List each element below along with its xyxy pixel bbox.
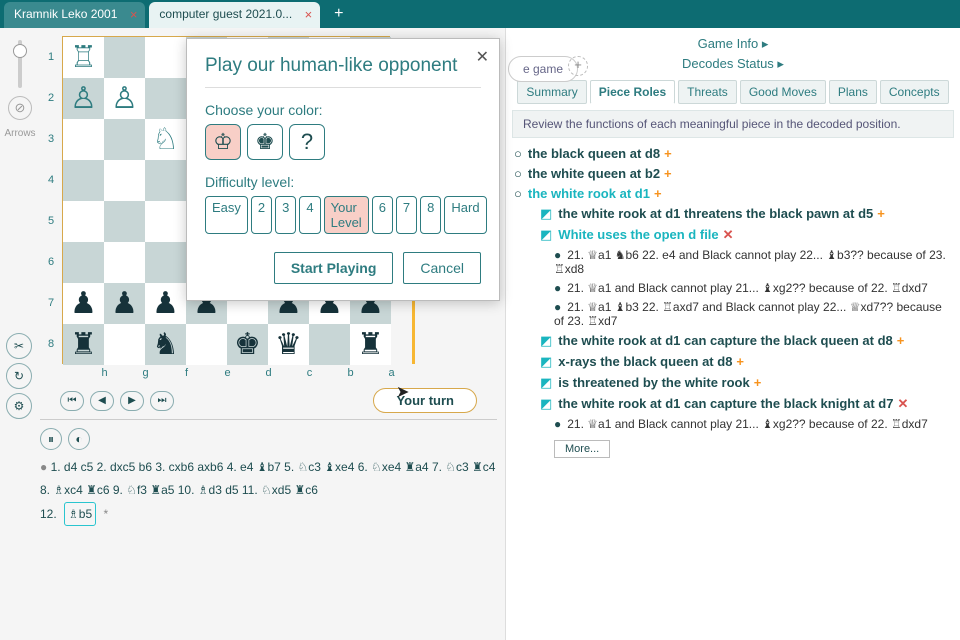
piece-node[interactable]: the black queen at d8 xyxy=(528,146,660,161)
variation-line[interactable]: 21. ♕a1 and Black cannot play 21... ♝xg2… xyxy=(567,417,928,431)
expand-icon[interactable]: + xyxy=(877,206,885,221)
subtab-summary[interactable]: Summary xyxy=(517,80,586,104)
expand-icon[interactable]: + xyxy=(654,186,662,201)
more-button[interactable]: More... xyxy=(554,440,610,458)
tab-kramnik[interactable]: Kramnik Leko 2001 × xyxy=(4,2,145,28)
color-label: Choose your color: xyxy=(205,102,481,118)
moves-pause[interactable]: ⏸ xyxy=(40,428,62,450)
difficulty-8[interactable]: 8 xyxy=(420,196,441,234)
game-info-link[interactable]: Game Info ▸ xyxy=(698,36,769,51)
tool-engine[interactable]: ⚙ xyxy=(6,393,32,419)
subtab-threats[interactable]: Threats xyxy=(678,80,737,104)
difficulty-4[interactable]: 4 xyxy=(299,196,320,234)
difficulty-your-level[interactable]: Your Level xyxy=(324,196,369,234)
difficulty-3[interactable]: 3 xyxy=(275,196,296,234)
move-number: 12. xyxy=(40,503,57,526)
difficulty-hard[interactable]: Hard xyxy=(444,196,486,234)
expand-icon[interactable]: + xyxy=(754,375,762,390)
expand-icon[interactable]: + xyxy=(664,146,672,161)
role-node[interactable]: the white rook at d1 can capture the bla… xyxy=(558,396,893,411)
play-opponent-dialog: ✕ Play our human-like opponent Choose yo… xyxy=(186,38,500,301)
moves-fish[interactable]: ◐ xyxy=(68,428,90,450)
color-white-button[interactable]: ♔ xyxy=(205,124,241,160)
analysis-tabs: SummaryPiece RolesThreatsGood MovesPlans… xyxy=(512,80,954,104)
color-black-button[interactable]: ♚ xyxy=(247,124,283,160)
subtab-good-moves[interactable]: Good Moves xyxy=(740,80,826,104)
nav-last[interactable]: ⏭ xyxy=(150,391,174,411)
piece-node-active[interactable]: the white rook at d1 xyxy=(528,186,650,201)
expand-icon[interactable]: + xyxy=(897,333,905,348)
close-icon[interactable]: × xyxy=(130,8,138,21)
difficulty-7[interactable]: 7 xyxy=(396,196,417,234)
piece-node[interactable]: the white queen at b2 xyxy=(528,166,660,181)
add-pill-button[interactable]: + xyxy=(568,56,588,76)
role-node[interactable]: the white rook at d1 threatens the black… xyxy=(558,206,873,221)
move-list[interactable]: ● 1. d4 c5 2. dxc5 b6 3. cxb6 axb6 4. e4… xyxy=(40,452,497,530)
role-node[interactable]: the white rook at d1 can capture the bla… xyxy=(558,333,892,348)
tab-bar: Kramnik Leko 2001 × computer guest 2021.0… xyxy=(0,0,960,28)
collapse-icon[interactable]: ✕ xyxy=(723,227,734,242)
current-move[interactable]: ♗b5 xyxy=(64,502,96,527)
tab-computer[interactable]: computer guest 2021.0... × xyxy=(149,2,320,28)
close-icon[interactable]: ✕ xyxy=(476,47,489,67)
difficulty-6[interactable]: 6 xyxy=(372,196,393,234)
cursor-icon: ➤ xyxy=(396,382,409,402)
cancel-button[interactable]: Cancel xyxy=(403,252,481,284)
expand-icon[interactable]: + xyxy=(664,166,672,181)
tool-scissors[interactable]: ✂ xyxy=(6,333,32,359)
variation-line[interactable]: 21. ♕a1 and Black cannot play 21... ♝xg2… xyxy=(567,281,928,295)
tab-description: Review the functions of each meaningful … xyxy=(512,110,954,138)
subtab-concepts[interactable]: Concepts xyxy=(880,80,949,104)
moves-text: 1. d4 c5 2. dxc5 b6 3. cxb6 axb6 4. e4 ♝… xyxy=(40,460,495,497)
nav-first[interactable]: ⏮ xyxy=(60,391,84,411)
variation-line[interactable]: 21. ♕a1 ♝b3 22. ♖axd7 and Black cannot p… xyxy=(554,300,942,328)
difficulty-2[interactable]: 2 xyxy=(251,196,272,234)
subtab-plans[interactable]: Plans xyxy=(829,80,877,104)
tab-label: computer guest 2021.0... xyxy=(159,7,292,21)
collapse-icon[interactable]: ✕ xyxy=(897,396,908,411)
nav-next[interactable]: ▶ xyxy=(120,391,144,411)
add-tab-button[interactable]: + xyxy=(324,0,353,28)
expand-icon[interactable]: + xyxy=(736,354,744,369)
arrows-toggle[interactable]: ⊘ xyxy=(8,96,32,120)
close-icon[interactable]: × xyxy=(305,8,313,21)
start-playing-button[interactable]: Start Playing xyxy=(274,252,394,284)
color-random-button[interactable]: ? xyxy=(289,124,325,160)
nav-prev[interactable]: ◀ xyxy=(90,391,114,411)
slider-thumb[interactable] xyxy=(13,44,27,58)
arrows-label: Arrows xyxy=(4,128,35,139)
difficulty-label: Difficulty level: xyxy=(205,174,481,190)
role-node-active[interactable]: White uses the open d file xyxy=(558,227,718,242)
tab-label: Kramnik Leko 2001 xyxy=(14,7,117,21)
subtab-piece-roles[interactable]: Piece Roles xyxy=(590,80,675,104)
variation-line[interactable]: 21. ♕a1 ♞b6 22. e4 and Black cannot play… xyxy=(554,248,946,276)
role-node[interactable]: is threatened by the white rook xyxy=(558,375,749,390)
tool-refresh[interactable]: ↻ xyxy=(6,363,32,389)
dialog-title: Play our human-like opponent xyxy=(205,55,481,88)
decodes-status-link[interactable]: Decodes Status ▸ xyxy=(682,56,784,71)
role-node[interactable]: x-rays the black queen at d8 xyxy=(558,354,732,369)
turn-indicator: Your turn xyxy=(373,388,477,413)
difficulty-easy[interactable]: Easy xyxy=(205,196,248,234)
zoom-slider[interactable] xyxy=(18,40,22,88)
